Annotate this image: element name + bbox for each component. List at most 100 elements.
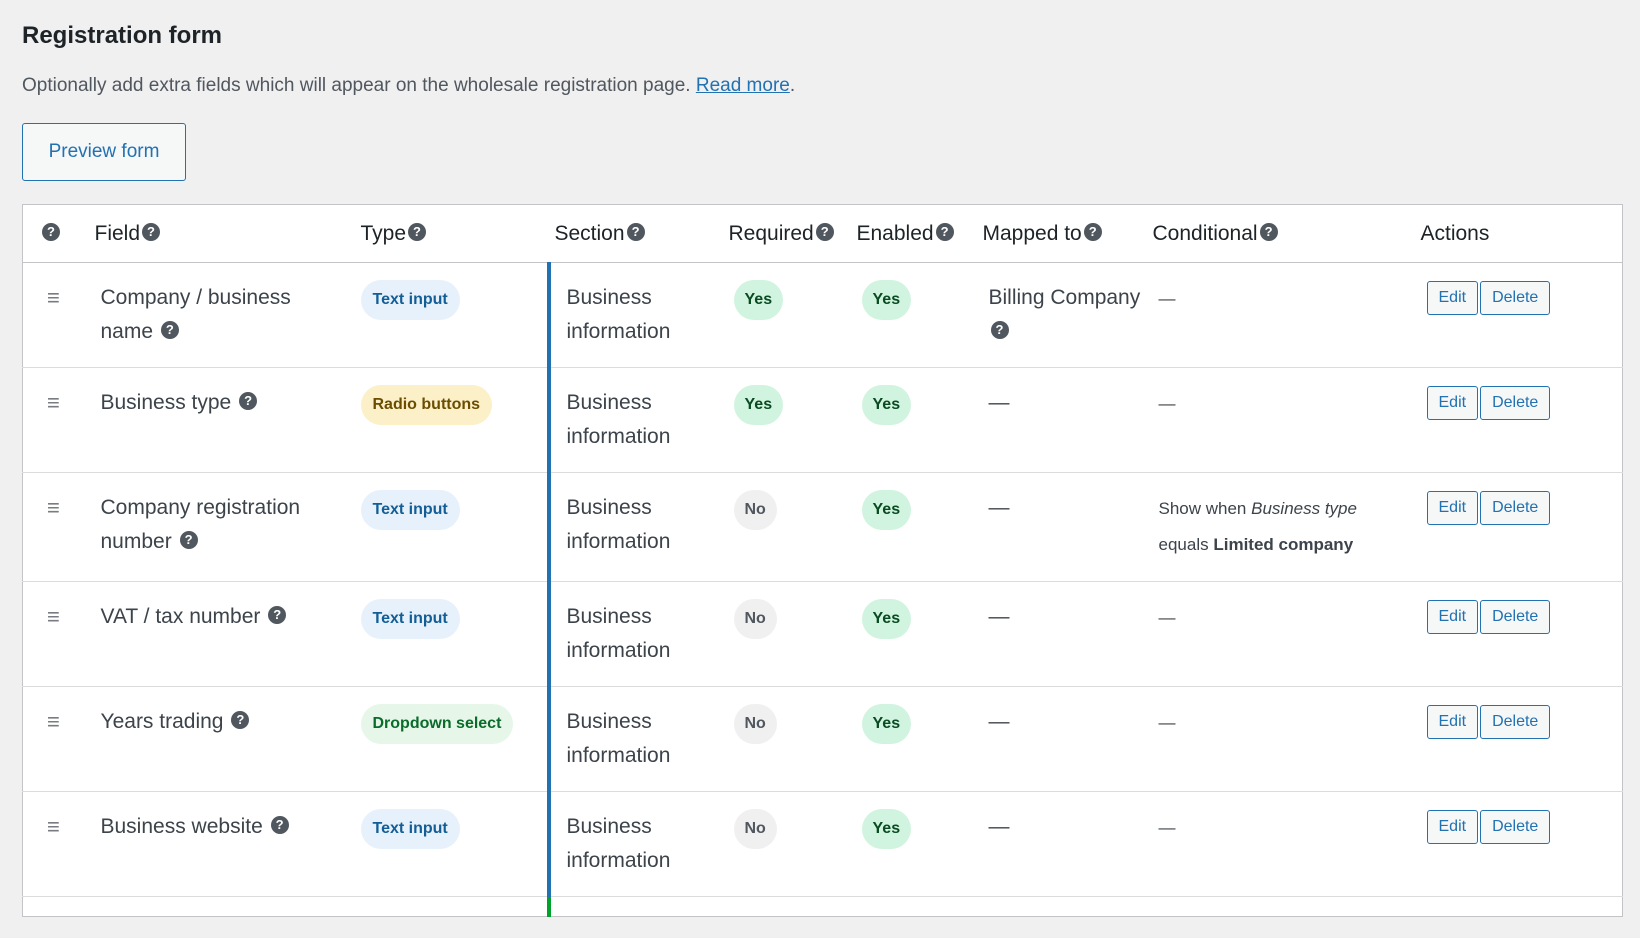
- drag-handle[interactable]: ≡: [22, 686, 95, 792]
- page-title: Registration form: [22, 22, 223, 49]
- type-cell: Text input: [354, 472, 549, 582]
- enabled-badge: Yes: [861, 809, 912, 849]
- actions-cell: Edit Delete: [1420, 791, 1623, 897]
- mapped-cell: —: [982, 686, 1153, 792]
- header-field: Field?: [94, 204, 355, 263]
- delete-button[interactable]: Delete: [1480, 810, 1551, 844]
- edit-button[interactable]: Edit: [1426, 281, 1479, 315]
- header-help: ?: [22, 204, 95, 263]
- type-cell: Text input: [354, 262, 549, 368]
- empty-cell: [857, 897, 983, 917]
- drag-handle[interactable]: ≡: [22, 791, 95, 897]
- required-badge: No: [733, 490, 777, 530]
- drag-handle-icon[interactable]: ≡: [47, 390, 60, 415]
- preview-form-button[interactable]: Preview form: [22, 123, 186, 181]
- conditional-text: —: [1158, 394, 1176, 413]
- type-badge: Text input: [360, 490, 460, 530]
- conditional-cell: —: [1152, 262, 1421, 368]
- edit-button[interactable]: Edit: [1426, 600, 1479, 634]
- enabled-badge: Yes: [861, 599, 912, 639]
- field-cell: Years trading ?: [94, 686, 355, 792]
- drag-handle-icon[interactable]: ≡: [47, 709, 60, 734]
- type-cell: Radio buttons: [354, 367, 549, 473]
- conditional-value: Limited company: [1213, 535, 1354, 554]
- help-icon[interactable]: ?: [815, 222, 834, 241]
- read-more-link[interactable]: Read more: [696, 75, 790, 96]
- table-row: ≡ Years trading ? Dropdown select Business …: [22, 686, 1623, 792]
- drag-handle-icon[interactable]: ≡: [47, 285, 60, 310]
- type-cell: Text input: [354, 581, 549, 687]
- mapped-to-value: —: [988, 496, 1010, 519]
- delete-button[interactable]: Delete: [1480, 491, 1551, 525]
- field-cell: Company / business name ?: [94, 262, 355, 368]
- enabled-cell: Yes: [856, 472, 983, 582]
- mapped-to-value: —: [988, 605, 1010, 628]
- help-icon[interactable]: ?: [270, 816, 289, 835]
- mapped-cell: Billing Company?: [982, 262, 1153, 368]
- header-enabled: Enabled?: [856, 204, 983, 263]
- enabled-cell: Yes: [856, 262, 983, 368]
- enabled-badge: Yes: [861, 704, 912, 744]
- type-badge: Radio buttons: [360, 385, 493, 425]
- conditional-cell: —: [1152, 367, 1421, 473]
- help-icon[interactable]: ?: [1259, 222, 1278, 241]
- edit-button[interactable]: Edit: [1426, 491, 1479, 525]
- help-icon[interactable]: ?: [626, 222, 645, 241]
- table-row: ≡ VAT / tax number ? Text input Business in…: [22, 581, 1623, 687]
- section-cell: Business information: [546, 472, 729, 582]
- help-icon[interactable]: ?: [408, 222, 427, 241]
- page-description: Optionally add extra fields which will a…: [22, 75, 1618, 97]
- required-cell: Yes: [728, 262, 857, 368]
- drag-handle-icon[interactable]: ≡: [47, 604, 60, 629]
- empty-cell: [983, 897, 1153, 917]
- section-cell: Business information: [546, 791, 729, 897]
- help-icon[interactable]: ?: [142, 222, 161, 241]
- drag-handle[interactable]: ≡: [22, 262, 95, 368]
- description-text: Optionally add extra fields which will a…: [22, 75, 691, 96]
- help-icon[interactable]: ?: [1083, 222, 1102, 241]
- actions-cell: Edit Delete: [1420, 686, 1623, 792]
- actions-cell: Edit Delete: [1420, 472, 1623, 582]
- delete-button[interactable]: Delete: [1480, 600, 1551, 634]
- table-row-partial: [23, 896, 1623, 917]
- edit-button[interactable]: Edit: [1426, 386, 1479, 420]
- edit-button[interactable]: Edit: [1426, 810, 1479, 844]
- enabled-cell: Yes: [856, 581, 983, 687]
- required-badge: No: [733, 809, 777, 849]
- drag-handle[interactable]: ≡: [22, 367, 95, 473]
- section-label: Business information: [566, 605, 671, 662]
- mapped-to-value: —: [988, 710, 1010, 733]
- help-icon[interactable]: ?: [231, 711, 250, 730]
- section-cell: Business information: [546, 686, 729, 792]
- section-label: Business information: [566, 710, 671, 767]
- mapped-to-value: —: [988, 815, 1010, 838]
- delete-button[interactable]: Delete: [1480, 386, 1551, 420]
- field-label: VAT / tax number: [100, 605, 261, 628]
- drag-handle[interactable]: ≡: [22, 581, 95, 687]
- header-type: Type?: [354, 204, 549, 263]
- help-icon[interactable]: ?: [268, 606, 287, 625]
- header-mapped-to: Mapped to?: [982, 204, 1153, 263]
- help-icon[interactable]: ?: [42, 222, 60, 241]
- help-icon[interactable]: ?: [239, 392, 258, 411]
- help-icon[interactable]: ?: [179, 531, 198, 550]
- help-icon[interactable]: ?: [160, 321, 179, 340]
- section-label: Business information: [566, 391, 671, 448]
- table-row: ≡ Business website ? Text input Business in…: [22, 791, 1623, 897]
- enabled-badge: Yes: [861, 385, 912, 425]
- delete-button[interactable]: Delete: [1480, 281, 1551, 315]
- conditional-mid: equals: [1158, 535, 1209, 554]
- drag-handle-icon[interactable]: ≡: [47, 814, 60, 839]
- delete-button[interactable]: Delete: [1480, 705, 1551, 739]
- required-badge: Yes: [733, 385, 784, 425]
- drag-handle-icon[interactable]: ≡: [47, 495, 60, 520]
- edit-button[interactable]: Edit: [1426, 705, 1479, 739]
- help-icon[interactable]: ?: [935, 222, 954, 241]
- empty-cell: [355, 897, 549, 917]
- help-icon[interactable]: ?: [990, 321, 1009, 340]
- required-cell: Yes: [728, 367, 857, 473]
- conditional-cell: Show when Business type equals Limited co…: [1152, 472, 1421, 582]
- drag-handle[interactable]: ≡: [22, 472, 95, 582]
- field-cell: Business website ?: [94, 791, 355, 897]
- conditional-text: —: [1158, 713, 1176, 732]
